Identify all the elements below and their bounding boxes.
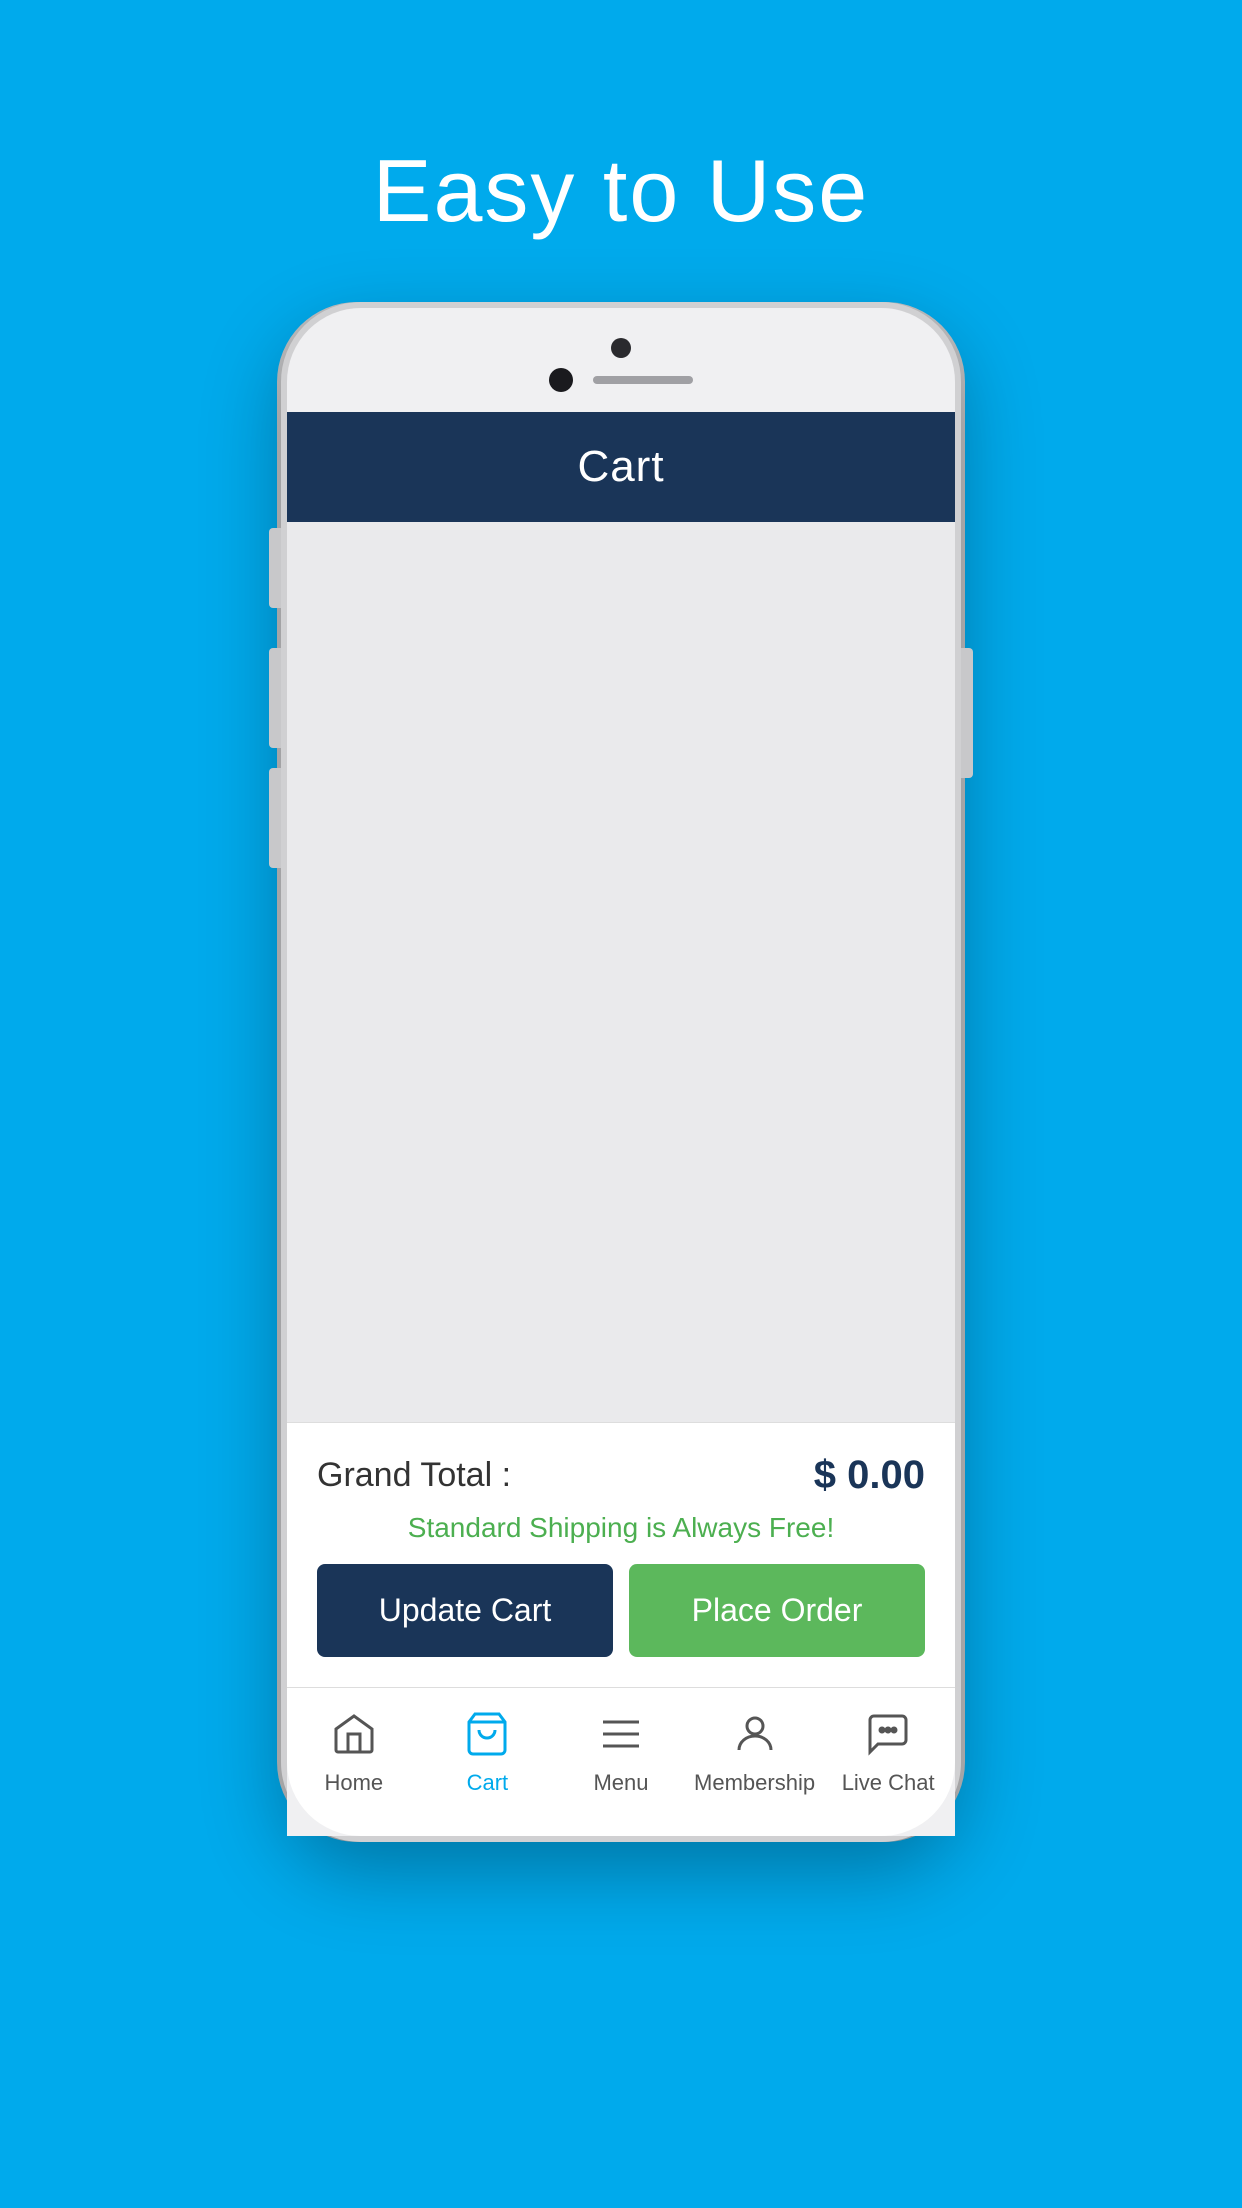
nav-label-membership: Membership: [694, 1770, 815, 1796]
nav-item-membership[interactable]: Membership: [688, 1688, 822, 1806]
nav-item-menu[interactable]: Menu: [554, 1688, 688, 1806]
power-button: [961, 648, 973, 778]
volume-up-button: [269, 648, 281, 748]
phone-frame: Cart Grand Total : $ 0.00 Standard Shipp…: [281, 302, 961, 1842]
app-content: Cart Grand Total : $ 0.00 Standard Shipp…: [287, 412, 955, 1836]
cart-content-area: [287, 522, 955, 1422]
page-title: Easy to Use: [373, 140, 869, 242]
cart-action-buttons: Update Cart Place Order: [287, 1564, 955, 1687]
top-sensors: [549, 368, 693, 392]
update-cart-button[interactable]: Update Cart: [317, 1564, 613, 1657]
nav-label-home: Home: [324, 1770, 383, 1796]
nav-item-home[interactable]: Home: [287, 1688, 421, 1806]
home-icon: [328, 1708, 380, 1760]
camera-dot: [611, 338, 631, 358]
volume-down-button: [269, 768, 281, 868]
nav-label-live-chat: Live Chat: [842, 1770, 935, 1796]
phone-top: [287, 308, 955, 412]
app-header: Cart: [287, 412, 955, 522]
nav-item-live-chat[interactable]: Live Chat: [821, 1688, 955, 1806]
grand-total-value: $ 0.00: [814, 1453, 925, 1498]
nav-item-cart[interactable]: Cart: [421, 1688, 555, 1806]
header-title: Cart: [577, 442, 664, 491]
speaker: [593, 376, 693, 384]
bottom-navigation: Home Cart: [287, 1687, 955, 1836]
live-chat-icon: [862, 1708, 914, 1760]
nav-label-menu: Menu: [593, 1770, 648, 1796]
front-camera: [549, 368, 573, 392]
place-order-button[interactable]: Place Order: [629, 1564, 925, 1657]
grand-total-label: Grand Total :: [317, 1456, 511, 1495]
cart-icon: [461, 1708, 513, 1760]
menu-icon: [595, 1708, 647, 1760]
grand-total-row: Grand Total : $ 0.00: [287, 1423, 955, 1508]
shipping-notice: Standard Shipping is Always Free!: [287, 1508, 955, 1564]
footer-area: Grand Total : $ 0.00 Standard Shipping i…: [287, 1422, 955, 1687]
nav-label-cart: Cart: [467, 1770, 509, 1796]
membership-icon: [729, 1708, 781, 1760]
